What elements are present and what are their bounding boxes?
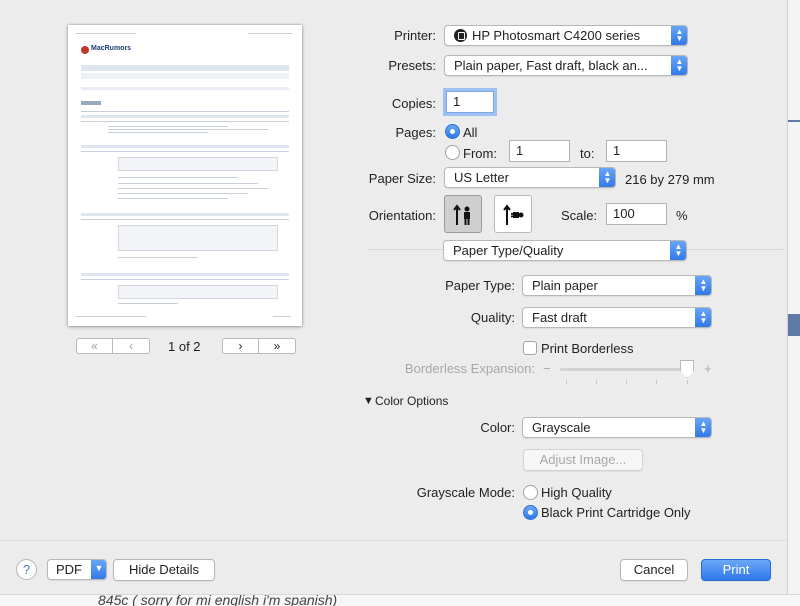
page-indicator: 1 of 2	[168, 339, 201, 354]
print-borderless-label: Print Borderless	[541, 341, 634, 356]
footer-divider	[0, 540, 787, 541]
pages-label: Pages:	[395, 125, 436, 140]
landscape-icon	[503, 204, 524, 225]
slider-minus-label: −	[543, 361, 551, 376]
paper-type-label: Paper Type:	[445, 278, 515, 293]
paper-size-dims: 216 by 279 mm	[625, 172, 715, 187]
scale-unit: %	[676, 208, 688, 223]
pages-from-label: From:	[463, 146, 497, 161]
paper-size-label: Paper Size:	[368, 171, 436, 186]
print-dialog: MacRumors « ‹ 1 of 2 › » Printer: HP Pho…	[0, 0, 787, 594]
background-bar	[788, 314, 800, 336]
disclosure-triangle-icon[interactable]: ▼	[363, 395, 374, 407]
chevron-updown-icon: ▲ ▼	[695, 276, 711, 295]
color-popup[interactable]: Grayscale ▲ ▼	[522, 417, 712, 438]
landscape-orientation-button[interactable]	[494, 195, 532, 233]
help-button[interactable]: ?	[16, 559, 37, 580]
pages-all-radio[interactable]	[445, 124, 460, 139]
paper-size-value: US Letter	[454, 170, 509, 185]
presets-value: Plain paper, Fast draft, black an...	[454, 58, 648, 73]
high-quality-label: High Quality	[541, 485, 612, 500]
slider-tick	[596, 380, 597, 384]
background-forum-text: 845c ( sorry for mi english i'm spanish)	[98, 594, 338, 606]
slider-tick	[566, 380, 567, 384]
portrait-icon	[453, 204, 470, 225]
portrait-orientation-button[interactable]	[444, 195, 482, 233]
copies-label: Copies:	[391, 96, 436, 111]
chevron-updown-icon: ▲ ▼	[670, 241, 686, 260]
printer-icon	[454, 29, 467, 42]
slider-tick	[656, 380, 657, 384]
pdf-menu-button[interactable]: PDF ▼	[47, 559, 107, 580]
chevron-updown-icon: ▲ ▼	[671, 56, 687, 75]
copies-field[interactable]: 1	[446, 91, 494, 113]
preview-pager-back: « ‹	[76, 338, 150, 354]
scale-label: Scale:	[561, 208, 598, 223]
chevron-updown-icon: ▲ ▼	[671, 26, 687, 45]
cancel-button[interactable]: Cancel	[620, 559, 688, 581]
paper-type-popup[interactable]: Plain paper ▲ ▼	[522, 275, 712, 296]
slider-tick	[626, 380, 627, 384]
high-quality-radio[interactable]	[523, 485, 538, 500]
pages-all-label: All	[463, 125, 478, 140]
section-popup[interactable]: Paper Type/Quality ▲ ▼	[443, 240, 687, 261]
background-window-bottom: 845c ( sorry for mi english i'm spanish)	[0, 594, 800, 606]
presets-popup[interactable]: Plain paper, Fast draft, black an... ▲ ▼	[444, 55, 688, 76]
adjust-image-button[interactable]: Adjust Image...	[523, 449, 643, 471]
chevron-updown-icon: ▲ ▼	[599, 168, 615, 187]
previous-page-button[interactable]: ‹	[113, 338, 150, 354]
section-popup-value: Paper Type/Quality	[453, 243, 564, 258]
grayscale-mode-label: Grayscale Mode:	[416, 485, 515, 500]
next-page-button[interactable]: ›	[222, 338, 259, 354]
quality-label: Quality:	[470, 310, 515, 325]
paper-type-value: Plain paper	[532, 278, 598, 293]
pdf-label: PDF	[56, 562, 82, 577]
pages-to-label: to:	[580, 146, 595, 161]
quality-value: Fast draft	[532, 310, 587, 325]
black-cartridge-radio[interactable]	[523, 505, 538, 520]
print-button[interactable]: Print	[701, 559, 771, 581]
quality-popup[interactable]: Fast draft ▲ ▼	[522, 307, 712, 328]
last-page-button[interactable]: »	[259, 338, 296, 354]
hide-details-button[interactable]: Hide Details	[113, 559, 215, 581]
chevron-down-icon: ▼	[91, 560, 106, 579]
pages-from-field[interactable]: 1	[509, 140, 570, 162]
page-preview: MacRumors	[68, 25, 302, 326]
paper-size-popup[interactable]: US Letter ▲ ▼	[444, 167, 616, 188]
color-options-label[interactable]: Color Options	[375, 394, 448, 408]
slider-tick	[687, 380, 688, 384]
slider-plus-label: +	[704, 361, 712, 376]
chevron-updown-icon: ▲ ▼	[695, 418, 711, 437]
color-value: Grayscale	[532, 420, 591, 435]
chevron-updown-icon: ▲ ▼	[695, 308, 711, 327]
printer-popup[interactable]: HP Photosmart C4200 series ▲ ▼	[444, 25, 688, 46]
scale-field[interactable]: 100	[606, 203, 667, 225]
macrumors-logo-icon	[81, 46, 89, 54]
printer-label: Printer:	[394, 28, 436, 43]
print-borderless-checkbox[interactable]	[523, 341, 537, 355]
presets-label: Presets:	[388, 58, 436, 73]
background-window-edge	[787, 0, 800, 606]
printer-value: HP Photosmart C4200 series	[472, 28, 641, 43]
preview-pager-forward: › »	[222, 338, 296, 354]
first-page-button[interactable]: «	[76, 338, 113, 354]
black-cartridge-label: Black Print Cartridge Only	[541, 505, 691, 520]
orientation-label: Orientation:	[368, 208, 436, 223]
site-logo: MacRumors	[91, 45, 132, 52]
borderless-expansion-track	[560, 368, 694, 371]
pages-from-radio[interactable]	[445, 145, 460, 160]
color-label: Color:	[480, 420, 515, 435]
borderless-expansion-slider[interactable]	[680, 360, 694, 378]
borderless-expansion-label: Borderless Expansion:	[404, 361, 535, 376]
pages-to-field[interactable]: 1	[606, 140, 667, 162]
background-line	[788, 120, 800, 122]
